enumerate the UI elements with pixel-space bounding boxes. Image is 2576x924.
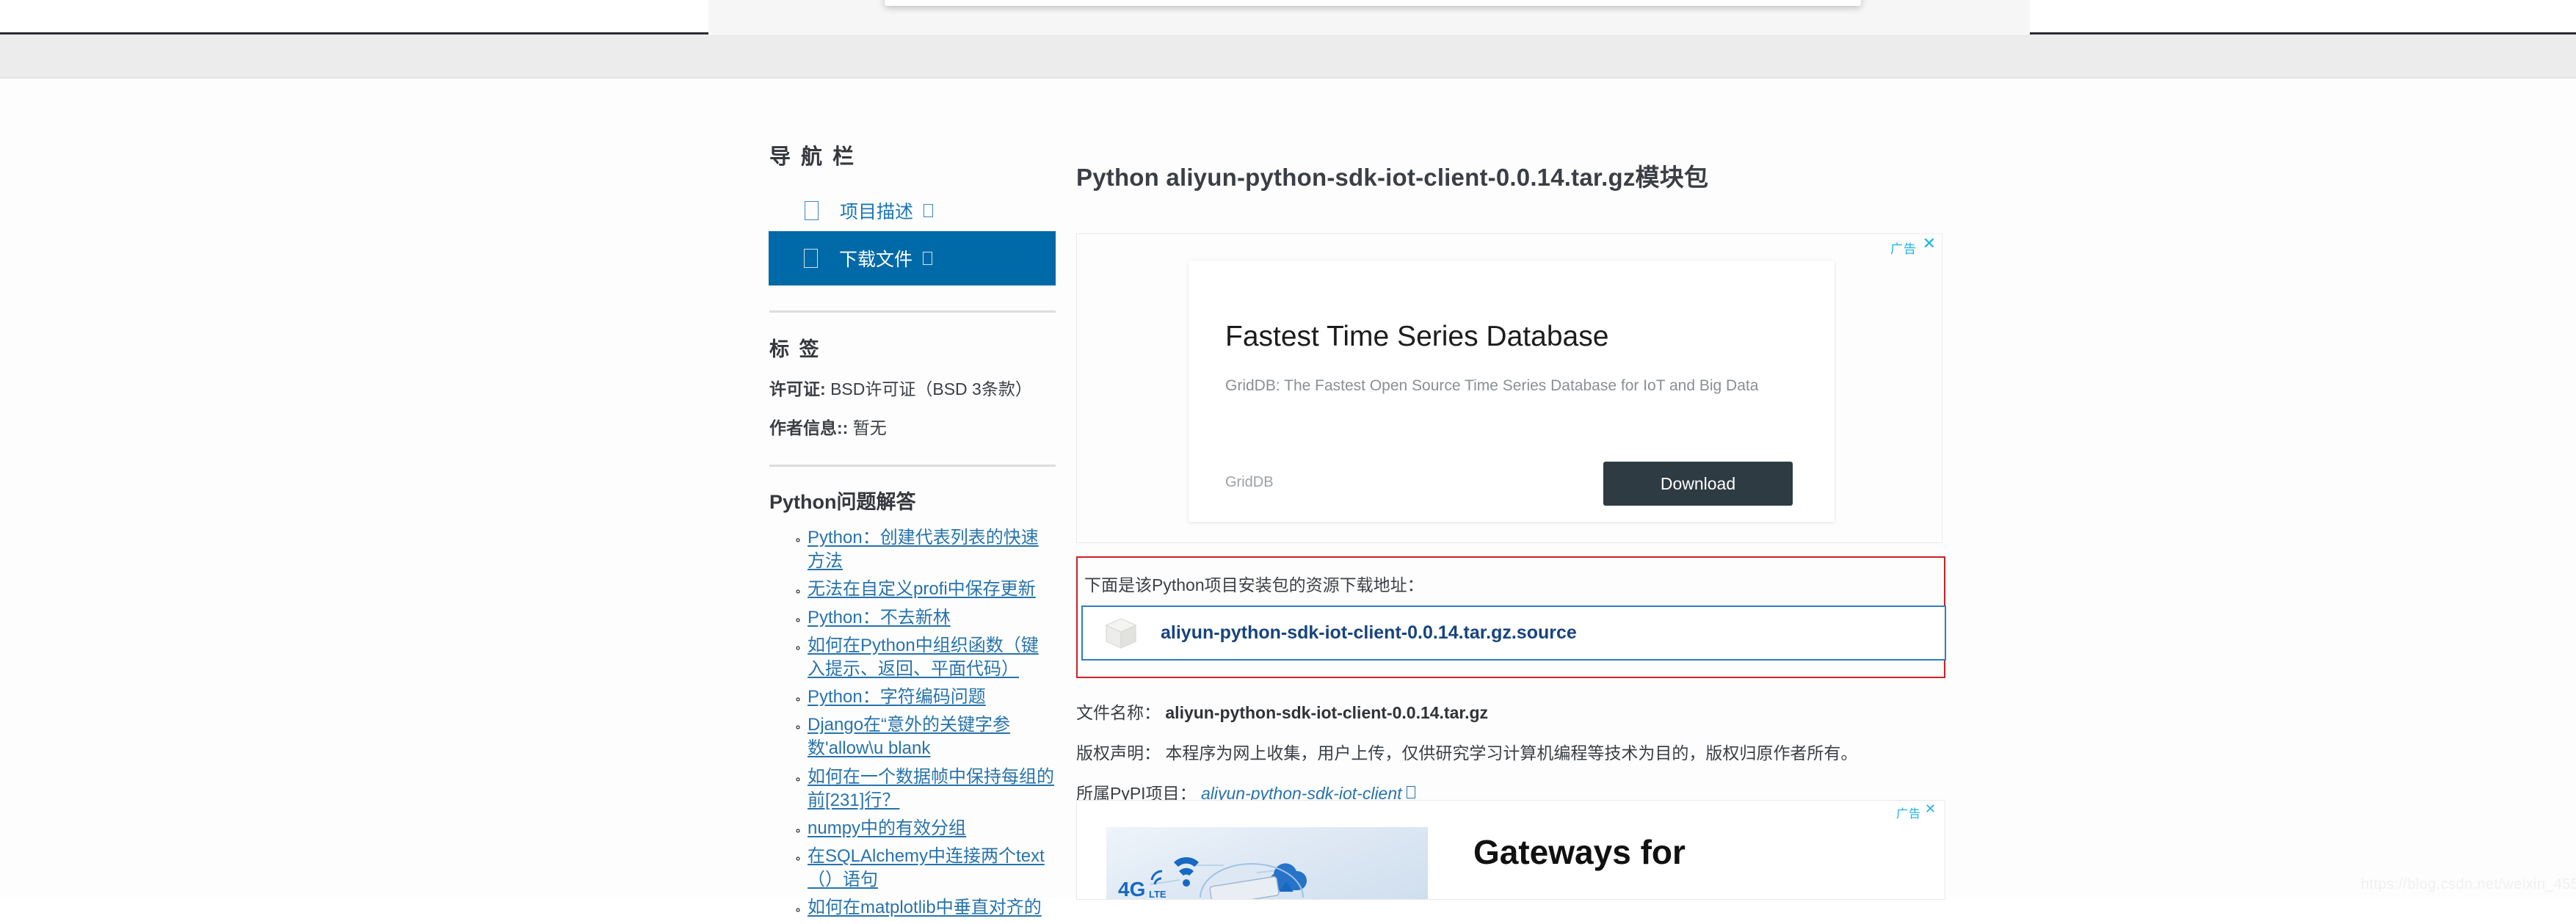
meta-copyright-key: 版权声明： [1076, 743, 1161, 763]
list-item: 如何在一个数据帧中保持每组的前[231]行？ [808, 765, 1056, 812]
sidebar-divider-bottom [769, 465, 1056, 468]
iot-gateway-illustration-icon: 4G LTE [1118, 856, 1307, 900]
sidebar-item-label: 项目描述 [840, 201, 914, 222]
sidebar-divider-top [769, 310, 1056, 313]
ad-close-icon[interactable]: ✕ [1925, 802, 1936, 815]
list-item: 如何在Python中组织函数（键入提示、返回、平面代码） [808, 634, 1056, 681]
tags-heading: 标 签 [769, 338, 821, 360]
meta-file-name-value: aliyun-python-sdk-iot-client-0.0.14.tar.… [1165, 703, 1489, 722]
qa-link[interactable]: 无法在自定义profi中保存更新 [808, 579, 1036, 599]
tag-license: 许可证: BSD许可证（BSD 3条款） [769, 378, 1056, 401]
svg-text:LTE: LTE [1149, 889, 1167, 900]
nav-heading: 导 航 栏 [769, 145, 857, 169]
ad-label: 广告 [1895, 808, 1921, 821]
qa-link[interactable]: Python：字符编码问题 [808, 687, 986, 707]
advertisement-bottom[interactable]: 广告 ✕ 4G LTE Gateways for [1076, 800, 1945, 900]
qa-link[interactable]: 如何在matplotlib中垂直对齐的 [808, 898, 1042, 917]
ad-headline: Fastest Time Series Database [1225, 321, 1609, 352]
trailing-glyph-icon [923, 252, 933, 265]
svg-text:4G: 4G [1118, 878, 1145, 900]
list-item: 无法在自定义profi中保存更新 [808, 578, 1056, 601]
download-caption: 下面是该Python项目安装包的资源下载地址： [1084, 575, 1424, 594]
meta-copyright: 版权声明： 本程序为网上收集，用户上传，仅供研究学习计算机编程等技术为目的，版权… [1076, 739, 1857, 764]
tag-author: 作者信息:: 暂无 [769, 417, 1056, 440]
ad-subtext: GridDB: The Fastest Open Source Time Ser… [1225, 377, 1759, 394]
qa-heading: Python问题解答 [769, 491, 916, 514]
ad-creative-card[interactable]: Fastest Time Series Database GridDB: The… [1189, 261, 1835, 522]
qa-link[interactable]: 如何在Python中组织函数（键入提示、返回、平面代码） [808, 636, 1039, 679]
meta-copyright-value: 本程序为网上收集，用户上传，仅供研究学习计算机编程等技术为目的，版权归原作者所有… [1165, 743, 1858, 763]
qa-list: Python：创建代表列表的快速方法 无法在自定义profi中保存更新 Pyth… [769, 526, 1056, 920]
meta-file-name: 文件名称： aliyun-python-sdk-iot-client-0.0.1… [1076, 699, 1488, 724]
ad-close-icon[interactable]: ✕ [1923, 236, 1936, 252]
watermark: https://blog.csdn.net/weixin_45523107 [2361, 876, 2576, 892]
tag-author-value: 暂无 [852, 418, 887, 438]
sidebar-item-download-files[interactable]: 下载文件 [769, 231, 1056, 285]
external-link-icon [1406, 786, 1415, 799]
qa-link[interactable]: Python：不去新林 [808, 608, 951, 627]
sidebar-item-label: 下载文件 [839, 250, 913, 270]
ad-bottom-image: 4G LTE [1106, 827, 1428, 900]
list-item: Django在“意外的关键字参数'allow\u blank [808, 713, 1056, 760]
list-item: Python：创建代表列表的快速方法 [808, 526, 1056, 573]
sidebar-item-project-description[interactable]: 项目描述 [769, 195, 1056, 225]
tag-author-key: 作者信息:: [769, 418, 849, 438]
qa-link[interactable]: Django在“意外的关键字参数'allow\u blank [808, 715, 1010, 758]
meta-file-name-key: 文件名称： [1076, 703, 1161, 722]
ad-download-button[interactable]: Download [1603, 462, 1793, 506]
secondary-gray-band [0, 34, 2576, 78]
download-file-row[interactable]: aliyun-python-sdk-iot-client-0.0.14.tar.… [1081, 605, 1946, 661]
tag-license-key: 许可证: [769, 379, 826, 399]
bullet-glyph-icon [804, 249, 818, 268]
main-content: Python aliyun-python-sdk-iot-client-0.0.… [1076, 158, 1942, 193]
floating-card-remnant [885, 0, 1861, 6]
list-item: 在SQLAlchemy中连接两个text（）语句 [808, 845, 1056, 892]
sidebar: 导 航 栏 项目描述 下载文件 标 签 许可证: BSD许可证（BSD 3条款）… [769, 139, 1056, 924]
page-title: Python aliyun-python-sdk-iot-client-0.0.… [1076, 164, 1709, 191]
trailing-glyph-icon [924, 203, 934, 217]
qa-link[interactable]: numpy中的有效分组 [808, 818, 966, 838]
ad-bottom-headline: Gateways for [1473, 833, 1686, 871]
sidebar-nav-list: 项目描述 下载文件 [769, 195, 1056, 285]
list-item: Python：字符编码问题 [808, 685, 1056, 709]
qa-link[interactable]: 在SQLAlchemy中连接两个text（）语句 [808, 846, 1045, 890]
list-item: numpy中的有效分组 [808, 817, 1056, 840]
qa-link[interactable]: 如何在一个数据帧中保持每组的前[231]行？ [808, 767, 1054, 810]
list-item: Python：不去新林 [808, 606, 1056, 630]
download-file-link[interactable]: aliyun-python-sdk-iot-client-0.0.14.tar.… [1161, 622, 1577, 644]
bullet-glyph-icon [805, 200, 819, 220]
list-item: 如何在matplotlib中垂直对齐的 [808, 896, 1056, 920]
ad-brand: GridDB [1225, 474, 1274, 490]
qa-link[interactable]: Python：创建代表列表的快速方法 [808, 528, 1039, 571]
advertisement-top[interactable]: 广告 ✕ Fastest Time Series Database GridDB… [1076, 233, 1942, 543]
tag-license-value: BSD许可证（BSD 3条款） [830, 379, 1032, 399]
package-cube-icon [1105, 617, 1137, 649]
ad-label: 广告 [1890, 242, 1917, 256]
